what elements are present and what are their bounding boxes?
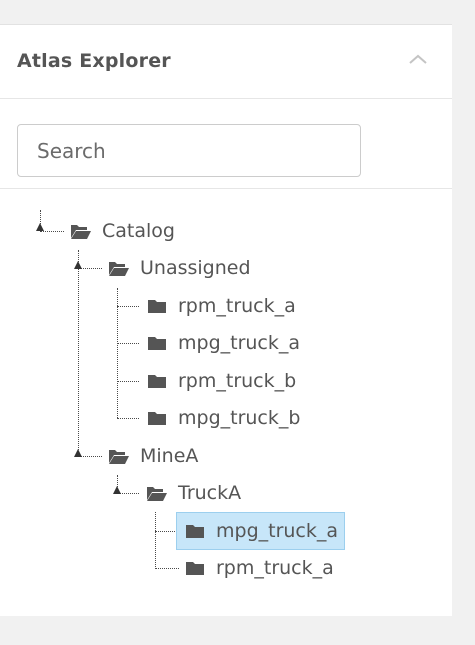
folder-open-icon	[70, 222, 92, 240]
tree-node-label: MineA	[140, 445, 199, 467]
search-area	[0, 100, 452, 189]
folder-icon	[146, 297, 168, 315]
folder-icon	[146, 334, 168, 352]
tree-node-label: mpg_truck_a	[178, 332, 301, 354]
folder-icon	[184, 559, 206, 577]
tree-node-mpg-truck-a[interactable]: mpg_truck_a	[142, 325, 306, 361]
collapse-button[interactable]	[400, 53, 436, 75]
folder-icon	[146, 409, 168, 427]
tree-node-rpm-truck-a[interactable]: rpm_truck_a	[142, 288, 302, 324]
folder-icon	[146, 372, 168, 390]
panel-header: Atlas Explorer	[0, 25, 452, 99]
tree-node-mpg-truck-b[interactable]: mpg_truck_b	[142, 400, 306, 436]
tree-node-label: Catalog	[102, 220, 175, 242]
tree-node-catalog[interactable]: Catalog	[66, 213, 181, 249]
tree-node-label: mpg_truck_b	[178, 407, 301, 429]
folder-open-icon	[146, 484, 168, 502]
tree-node-unassigned[interactable]: Unassigned	[104, 250, 257, 286]
folder-icon	[184, 522, 206, 540]
tree-node-label: rpm_truck_a	[178, 295, 296, 317]
tree-node-label: Unassigned	[140, 257, 251, 279]
tree-node-rpm-truck-b[interactable]: rpm_truck_b	[142, 363, 302, 399]
tree-node-label: rpm_truck_a	[216, 557, 334, 579]
tree-node-label: rpm_truck_b	[178, 370, 297, 392]
chevron-up-icon	[409, 54, 427, 64]
tree-node-label: TruckA	[178, 482, 242, 504]
tree-node-label: mpg_truck_a	[216, 520, 339, 542]
tree-node-trucka-rpm-truck-a[interactable]: rpm_truck_a	[180, 550, 340, 586]
tree-node-trucka-mpg-truck-a[interactable]: mpg_truck_a	[176, 512, 346, 550]
panel-title: Atlas Explorer	[17, 50, 171, 72]
tree-node-trucka[interactable]: TruckA	[142, 475, 247, 511]
folder-open-icon	[108, 259, 130, 277]
folder-open-icon	[108, 447, 130, 465]
tree-node-minea[interactable]: MineA	[104, 438, 204, 474]
search-input[interactable]	[17, 124, 361, 177]
